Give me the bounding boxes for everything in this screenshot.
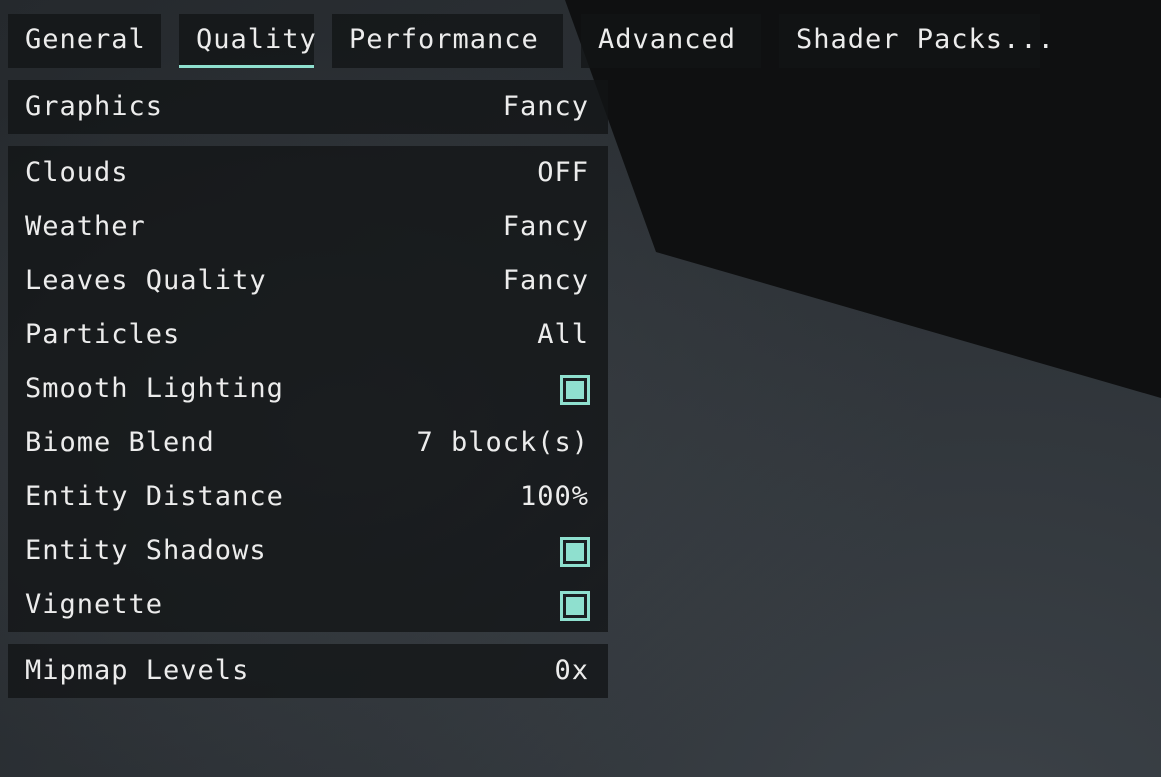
tab-performance-label: Performance (349, 24, 539, 55)
weather-label: Weather (25, 211, 146, 242)
smooth-lighting-checkbox[interactable] (560, 375, 590, 405)
entity-shadows-option[interactable]: Entity Shadows (8, 524, 608, 578)
particles-label: Particles (25, 319, 181, 350)
graphics-option[interactable]: Graphics Fancy (8, 80, 608, 134)
checkbox-checked-fill (566, 543, 584, 561)
tab-advanced[interactable]: Advanced (581, 14, 761, 68)
mipmap-levels-value: 0x (554, 655, 589, 686)
tab-shader-packs-label: Shader Packs... (796, 24, 1055, 55)
biome-blend-option[interactable]: Biome Blend 7 block(s) (8, 416, 608, 470)
clouds-option[interactable]: Clouds OFF (8, 146, 608, 200)
quality-settings-panel: Clouds OFF Weather Fancy Leaves Quality … (8, 146, 608, 632)
graphics-label: Graphics (25, 91, 164, 122)
clouds-label: Clouds (25, 157, 129, 188)
vignette-option[interactable]: Vignette (8, 578, 608, 632)
entity-shadows-label: Entity Shadows (25, 535, 267, 566)
weather-value: Fancy (502, 211, 589, 242)
vignette-label: Vignette (25, 589, 164, 620)
graphics-panel: Graphics Fancy (8, 80, 608, 134)
particles-value: All (537, 319, 589, 350)
clouds-value: OFF (537, 157, 589, 188)
tab-quality[interactable]: Quality (179, 14, 317, 68)
mipmap-levels-option[interactable]: Mipmap Levels 0x (8, 644, 608, 698)
tab-performance[interactable]: Performance (332, 14, 563, 68)
biome-blend-value: 7 block(s) (416, 427, 589, 458)
mipmap-levels-label: Mipmap Levels (25, 655, 250, 686)
smooth-lighting-option[interactable]: Smooth Lighting (8, 362, 608, 416)
leaves-quality-value: Fancy (502, 265, 589, 296)
mipmap-panel: Mipmap Levels 0x (8, 644, 608, 698)
checkbox-checked-fill (566, 381, 584, 399)
tab-general[interactable]: General (8, 14, 161, 68)
particles-option[interactable]: Particles All (8, 308, 608, 362)
entity-distance-label: Entity Distance (25, 481, 284, 512)
graphics-value: Fancy (502, 91, 589, 122)
weather-option[interactable]: Weather Fancy (8, 200, 608, 254)
checkbox-checked-fill (566, 597, 584, 615)
smooth-lighting-label: Smooth Lighting (25, 373, 284, 404)
tab-shader-packs[interactable]: Shader Packs... (779, 14, 1054, 68)
biome-blend-label: Biome Blend (25, 427, 215, 458)
entity-distance-value: 100% (519, 481, 589, 512)
tab-advanced-label: Advanced (598, 24, 737, 55)
leaves-quality-label: Leaves Quality (25, 265, 267, 296)
tab-general-label: General (25, 24, 146, 55)
entity-shadows-checkbox[interactable] (560, 537, 590, 567)
tab-quality-label: Quality (196, 24, 317, 55)
entity-distance-option[interactable]: Entity Distance 100% (8, 470, 608, 524)
leaves-quality-option[interactable]: Leaves Quality Fancy (8, 254, 608, 308)
vignette-checkbox[interactable] (560, 591, 590, 621)
